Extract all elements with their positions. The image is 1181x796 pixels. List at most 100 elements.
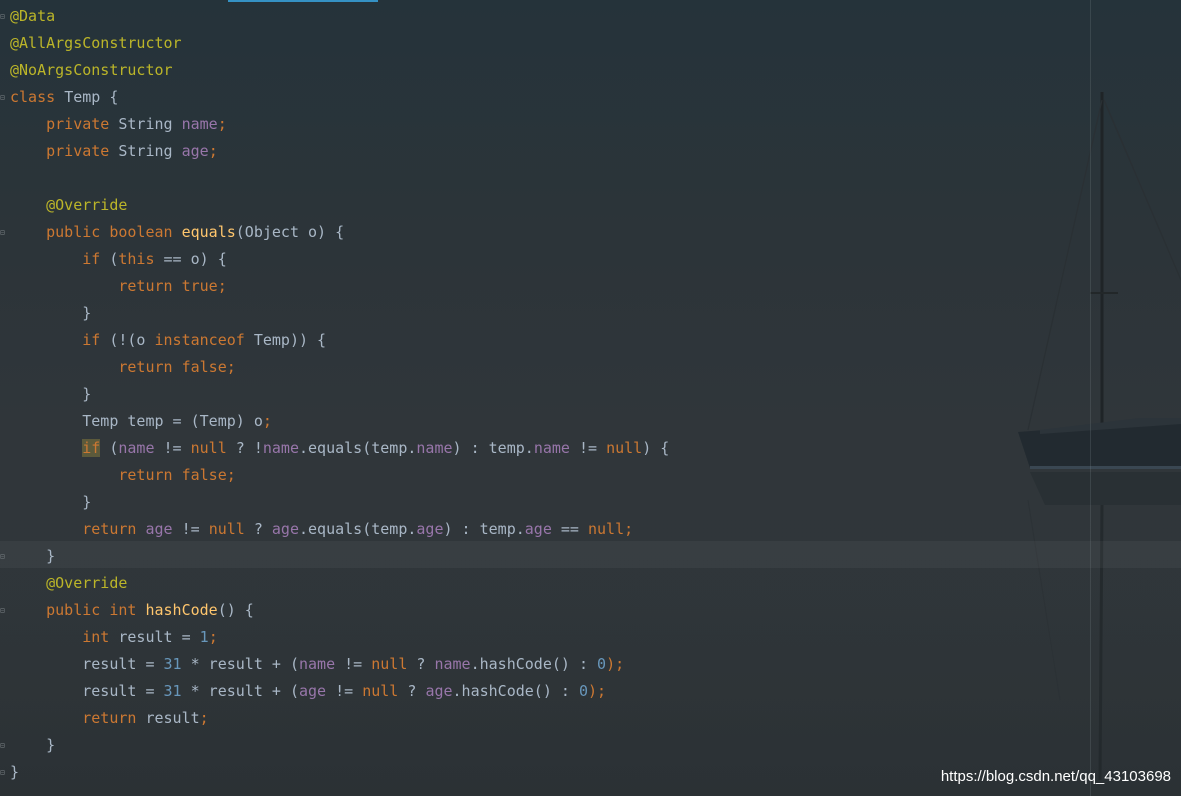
code-token: null: [190, 439, 227, 457]
fold-marker-icon[interactable]: ⊟: [0, 607, 7, 615]
fold-marker-icon[interactable]: ⊟: [0, 769, 7, 777]
code-token: private: [46, 115, 119, 133]
code-token: hashCode: [145, 601, 218, 619]
code-content[interactable]: @Data @AllArgsConstructor @NoArgsConstruct…: [10, 3, 669, 786]
code-line[interactable]: if (this == o) {: [10, 246, 669, 273]
code-line[interactable]: class Temp {: [10, 84, 669, 111]
code-token: }: [10, 547, 56, 565]
code-token: @Override: [46, 196, 128, 214]
code-line[interactable]: result = 31 * result + (age != null ? ag…: [10, 678, 669, 705]
watermark-url: https://blog.csdn.net/qq_43103698: [940, 768, 1171, 785]
code-line[interactable]: return false;: [10, 462, 669, 489]
code-line[interactable]: @Data: [10, 3, 669, 30]
code-token: name: [299, 655, 336, 673]
code-line[interactable]: return true;: [10, 273, 669, 300]
code-line[interactable]: @Override: [10, 192, 669, 219]
fold-marker-icon[interactable]: ⊟: [0, 229, 7, 237]
code-line[interactable]: }: [10, 300, 669, 327]
code-token: int: [82, 628, 119, 646]
code-token: ) : temp.: [443, 520, 525, 538]
code-line[interactable]: @NoArgsConstructor: [10, 57, 669, 84]
code-token: return: [82, 520, 146, 538]
code-token: ? !: [226, 439, 263, 457]
code-token: null: [606, 439, 643, 457]
code-line[interactable]: public int hashCode() {: [10, 597, 669, 624]
code-line[interactable]: private String age;: [10, 138, 669, 165]
code-line[interactable]: return age != null ? age.equals(temp.age…: [10, 516, 669, 543]
code-token: age: [524, 520, 552, 538]
code-token: }: [10, 736, 56, 754]
code-token: String: [118, 115, 182, 133]
code-line[interactable]: }: [10, 732, 669, 759]
right-margin-guide: [1090, 0, 1091, 796]
fold-marker-icon[interactable]: ⊟: [0, 13, 7, 21]
code-token: result =: [10, 655, 164, 673]
code-token: == o) {: [163, 250, 227, 268]
code-token: public int: [46, 601, 146, 619]
code-token: }: [10, 304, 92, 322]
code-token: age: [271, 520, 299, 538]
code-token: name: [533, 439, 570, 457]
code-token: .hashCode() :: [452, 682, 579, 700]
code-token: ;: [217, 115, 227, 133]
fold-marker-icon[interactable]: ⊟: [0, 553, 7, 561]
fold-marker-icon[interactable]: ⊟: [0, 94, 7, 102]
code-line[interactable]: }: [10, 489, 669, 516]
code-line[interactable]: if (name != null ? !name.equals(temp.nam…: [10, 435, 669, 462]
code-token: String: [118, 142, 182, 160]
code-line[interactable]: int result = 1;: [10, 624, 669, 651]
code-token: );: [606, 655, 625, 673]
code-token: null: [208, 520, 245, 538]
code-line[interactable]: @AllArgsConstructor: [10, 30, 669, 57]
code-token: this: [118, 250, 164, 268]
code-line[interactable]: return false;: [10, 354, 669, 381]
code-token: if: [82, 250, 110, 268]
code-token: name: [416, 439, 453, 457]
code-line[interactable]: [10, 165, 669, 192]
code-token: ;: [262, 412, 272, 430]
code-line[interactable]: }: [10, 543, 669, 570]
editor-gutter[interactable]: ⊟ ⊟ ⊟ ⊟ ⊟ ⊟ ⊟: [0, 0, 8, 796]
code-line[interactable]: result = 31 * result + (name != null ? n…: [10, 651, 669, 678]
code-token: ) {: [642, 439, 670, 457]
code-token: .equals(temp.: [299, 520, 417, 538]
code-token: null;: [588, 520, 634, 538]
code-token: ?: [244, 520, 272, 538]
code-token: !=: [154, 439, 191, 457]
code-line[interactable]: }: [10, 381, 669, 408]
code-token: .hashCode() :: [470, 655, 598, 673]
code-token: 31: [163, 682, 182, 700]
code-token: return false;: [118, 466, 236, 484]
code-token: age: [416, 520, 444, 538]
code-token: 31: [163, 655, 182, 673]
fold-marker-icon[interactable]: ⊟: [0, 742, 7, 750]
code-token: class: [10, 88, 65, 106]
code-line[interactable]: return result;: [10, 705, 669, 732]
code-token: @AllArgsConstructor: [10, 34, 182, 52]
code-token: ?: [407, 655, 435, 673]
code-token: 1: [199, 628, 209, 646]
code-token: null: [371, 655, 408, 673]
code-token: ==: [551, 520, 588, 538]
code-editor[interactable]: ⊟ ⊟ ⊟ ⊟ ⊟ ⊟ ⊟ @Data @AllArgsConstructor @N…: [0, 0, 1181, 796]
code-line[interactable]: private String name;: [10, 111, 669, 138]
code-line[interactable]: }: [10, 759, 669, 786]
code-line[interactable]: public boolean equals(Object o) {: [10, 219, 669, 246]
code-line[interactable]: if (!(o instanceof Temp)) {: [10, 327, 669, 354]
code-token: ?: [398, 682, 426, 700]
code-token: instanceof: [154, 331, 254, 349]
code-token: !=: [326, 682, 363, 700]
code-token: age: [145, 520, 173, 538]
code-token: !=: [172, 520, 209, 538]
code-token: age: [299, 682, 327, 700]
code-line[interactable]: Temp temp = (Temp) o;: [10, 408, 669, 435]
code-token: ;: [199, 709, 209, 727]
code-line[interactable]: @Override: [10, 570, 669, 597]
